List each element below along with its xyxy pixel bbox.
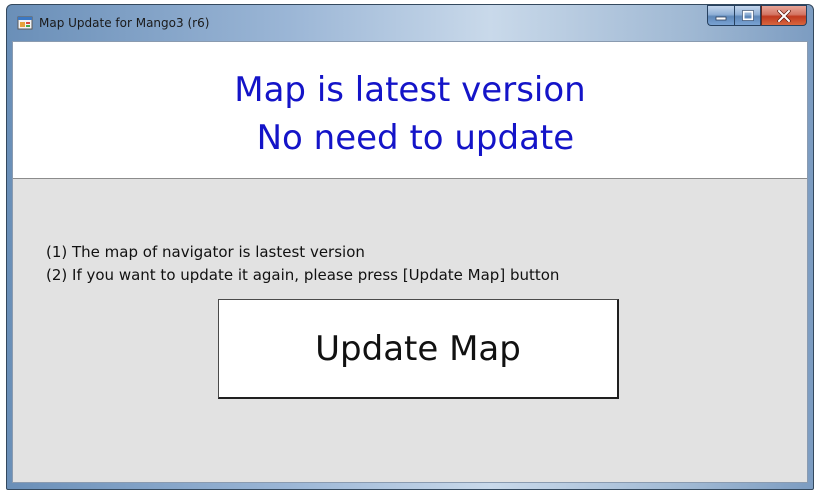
info-line-2: (2) If you want to update it again, plea…: [46, 266, 560, 284]
app-window: Map Update for Mango3 (r6) Map is latest…: [6, 4, 814, 490]
app-window-icon: [17, 16, 33, 30]
update-map-button[interactable]: Update Map: [218, 299, 619, 399]
window-title: Map Update for Mango3 (r6): [39, 16, 210, 30]
close-button[interactable]: [761, 5, 807, 26]
info-line-1: (1) The map of navigator is lastest vers…: [46, 243, 365, 261]
maximize-icon: [741, 10, 754, 21]
client-area: Map is latest version No need to update …: [12, 41, 808, 483]
status-banner: Map is latest version No need to update: [13, 42, 807, 179]
status-subheadline: No need to update: [245, 118, 575, 158]
caption-buttons: [707, 5, 807, 27]
minimize-button[interactable]: [707, 5, 734, 26]
maximize-button[interactable]: [734, 5, 761, 26]
status-headline: Map is latest version: [234, 70, 586, 110]
close-icon: [777, 9, 791, 22]
title-bar[interactable]: Map Update for Mango3 (r6): [7, 5, 813, 41]
minimize-icon: [715, 16, 727, 20]
